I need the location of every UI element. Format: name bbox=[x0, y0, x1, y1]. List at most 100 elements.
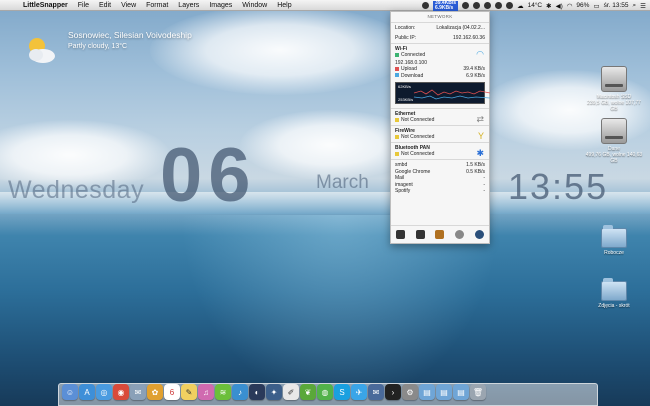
textedit-icon[interactable]: ✐ bbox=[283, 384, 299, 400]
menu-view[interactable]: View bbox=[116, 0, 141, 11]
menu-app-name[interactable]: LittleSnapper bbox=[18, 0, 73, 11]
wifi-status: Connected bbox=[401, 52, 426, 58]
sparrow-icon[interactable]: ✉ bbox=[368, 384, 384, 400]
finder-icon[interactable]: ☺ bbox=[62, 384, 78, 400]
terminal-icon[interactable] bbox=[415, 230, 425, 239]
system-prefs-icon[interactable]: ⚙ bbox=[402, 384, 418, 400]
app-row: Spotify - bbox=[395, 188, 485, 195]
network-meter[interactable]: 39.4KB/s 6.9KB/s bbox=[432, 0, 459, 11]
hard-drive-icon bbox=[601, 66, 627, 92]
menu-images[interactable]: Images bbox=[204, 0, 237, 11]
bandwidth-graph: 62KB/s 253KB/s bbox=[395, 82, 491, 104]
notification-center-icon[interactable]: ☰ bbox=[640, 2, 646, 10]
terminal-icon[interactable]: › bbox=[385, 384, 401, 400]
bluetooth-icon[interactable]: ✱ bbox=[546, 2, 551, 10]
cpu-icon[interactable] bbox=[462, 2, 470, 9]
network-panel: NETWORK Location: Lokalizacja (04.02.2...… bbox=[390, 11, 491, 244]
desktop-icon-robocze[interactable]: Robocze bbox=[584, 225, 644, 256]
desktop-icon-dane[interactable]: Dane 499,76 GB, wolne 140,63 GB bbox=[584, 118, 644, 164]
photos-icon[interactable]: ✿ bbox=[147, 384, 163, 400]
download-value: 6.9 KB/s bbox=[466, 72, 485, 79]
status-dot-connected bbox=[395, 52, 399, 57]
bluetooth-status: Not Connected bbox=[401, 151, 435, 157]
adium-icon[interactable]: ✦ bbox=[266, 384, 282, 400]
net-down-value: 6.9KB/s bbox=[434, 4, 454, 11]
spotify-icon[interactable]: ≋ bbox=[215, 384, 231, 400]
folder-icon[interactable]: ▤ bbox=[453, 384, 469, 400]
location-value[interactable]: Lokalizacja (04.02.2... bbox=[436, 25, 485, 32]
wifi-icon[interactable]: ◠ bbox=[567, 2, 573, 10]
menu-format[interactable]: Format bbox=[141, 0, 173, 11]
battery-text[interactable]: 96% bbox=[576, 2, 589, 9]
status-dot-not-connected bbox=[395, 134, 399, 139]
twitter-icon[interactable]: ✈ bbox=[351, 384, 367, 400]
app-store-icon[interactable]: A bbox=[79, 384, 95, 400]
evernote-status-icon[interactable] bbox=[473, 2, 481, 9]
ethernet-arrows-icon: ⇄ bbox=[476, 114, 484, 124]
desktop-icon-sublabel: 239,5 GB, wolne 107,77 GB bbox=[587, 100, 641, 112]
dropbox-icon[interactable] bbox=[421, 2, 429, 9]
dock-icons: ☺ A ◎ ◉ ✉ ✿ 6 ✎ ♫ ≋ ♪ ◐ ✦ ✐ ❦ ◍ S ✈ ✉ › … bbox=[62, 382, 602, 400]
folder-icon[interactable]: ▤ bbox=[436, 384, 452, 400]
download-label: Download bbox=[401, 72, 424, 79]
calendar-icon[interactable]: 6 bbox=[164, 384, 180, 400]
status-area: 39.4KB/s 6.9KB/s ☁ 14°C ✱ ◀) ◠ 96% ▭ śr.… bbox=[421, 0, 646, 11]
desktop-icon-sublabel: 499,76 GB, wolne 140,63 GB bbox=[585, 152, 643, 164]
folder-icon[interactable]: ▤ bbox=[419, 384, 435, 400]
trash-icon[interactable]: 🗑 bbox=[470, 384, 486, 400]
bluetooth-icon: ✱ bbox=[476, 148, 484, 158]
skype-status-icon[interactable] bbox=[484, 2, 492, 9]
console-icon[interactable] bbox=[435, 230, 445, 239]
spotlight-icon[interactable]: ⌕ bbox=[633, 2, 637, 10]
firewire-icon: Y bbox=[477, 131, 484, 141]
bluetooth-section[interactable]: ✱ Bluetooth PAN Not Connected bbox=[391, 142, 489, 159]
messages-icon[interactable]: ◍ bbox=[317, 384, 333, 400]
desktop-icon-macintosh-ssd[interactable]: Macintosh SSD 239,5 GB, wolne 107,77 GB bbox=[584, 66, 644, 112]
evernote-icon[interactable]: ❦ bbox=[300, 384, 316, 400]
volume-icon[interactable]: ◀) bbox=[556, 2, 563, 10]
wifi-icon: ◠ bbox=[476, 49, 484, 59]
upload-dot bbox=[395, 66, 399, 71]
camera-icon[interactable]: ◐ bbox=[249, 384, 265, 400]
clock-month: March bbox=[316, 172, 369, 193]
status-dot-not-connected bbox=[395, 151, 399, 156]
ethernet-section[interactable]: ⇄ Ethernet Not Connected bbox=[391, 108, 489, 125]
ethernet-status: Not Connected bbox=[401, 117, 435, 123]
activity-monitor-icon[interactable] bbox=[396, 230, 406, 239]
weather-location: Sosnowiec, Silesian Voivodeship bbox=[68, 30, 192, 40]
skype-icon[interactable]: S bbox=[334, 384, 350, 400]
battery-icon[interactable]: ▭ bbox=[593, 2, 599, 10]
weather-icon[interactable]: ☁ bbox=[517, 2, 524, 10]
clock-time: 13:55 bbox=[508, 166, 609, 207]
twitter-status-icon[interactable] bbox=[495, 2, 503, 9]
app-value: 0.5 KB/s bbox=[466, 168, 485, 175]
desktop-icon-label: Robocze bbox=[604, 250, 624, 256]
apps-section: smbd 1.5 KB/s Google Chrome 0.5 KB/s Mail -… bbox=[391, 159, 489, 197]
timemachine-icon[interactable] bbox=[506, 2, 514, 9]
panel-title: NETWORK bbox=[427, 14, 453, 19]
mail-icon[interactable]: ✉ bbox=[130, 384, 146, 400]
location-section: Location: Lokalizacja (04.02.2... Public … bbox=[391, 22, 489, 43]
firewire-section[interactable]: Y FireWire Not Connected bbox=[391, 125, 489, 142]
menu-clock[interactable]: śr. 13:55 bbox=[604, 2, 629, 9]
desktop-icon-zdjecia[interactable]: Zdjęcia - skrót bbox=[584, 278, 644, 309]
temperature-text[interactable]: 14°C bbox=[528, 2, 543, 9]
location-label: Location: bbox=[395, 25, 416, 31]
hard-drive-icon bbox=[601, 118, 627, 144]
menu-bar: LittleSnapper File Edit View Format Laye… bbox=[0, 0, 650, 11]
settings-icon[interactable] bbox=[474, 230, 484, 239]
chrome-icon[interactable]: ◉ bbox=[113, 384, 129, 400]
menu-help[interactable]: Help bbox=[272, 0, 296, 11]
itunes-icon[interactable]: ♫ bbox=[198, 384, 214, 400]
folder-icon bbox=[601, 278, 627, 301]
music-icon[interactable]: ♪ bbox=[232, 384, 248, 400]
menu-file[interactable]: File bbox=[73, 0, 94, 11]
wifi-section[interactable]: ◠ Wi-Fi Connected 192.168.0.100 Upload 39… bbox=[391, 43, 491, 108]
menu-layers[interactable]: Layers bbox=[173, 0, 204, 11]
partly-cloudy-icon bbox=[29, 38, 55, 63]
safari-icon[interactable]: ◎ bbox=[96, 384, 112, 400]
network-utility-icon[interactable] bbox=[455, 230, 465, 239]
menu-window[interactable]: Window bbox=[237, 0, 272, 11]
notes-icon[interactable]: ✎ bbox=[181, 384, 197, 400]
menu-edit[interactable]: Edit bbox=[94, 0, 116, 11]
